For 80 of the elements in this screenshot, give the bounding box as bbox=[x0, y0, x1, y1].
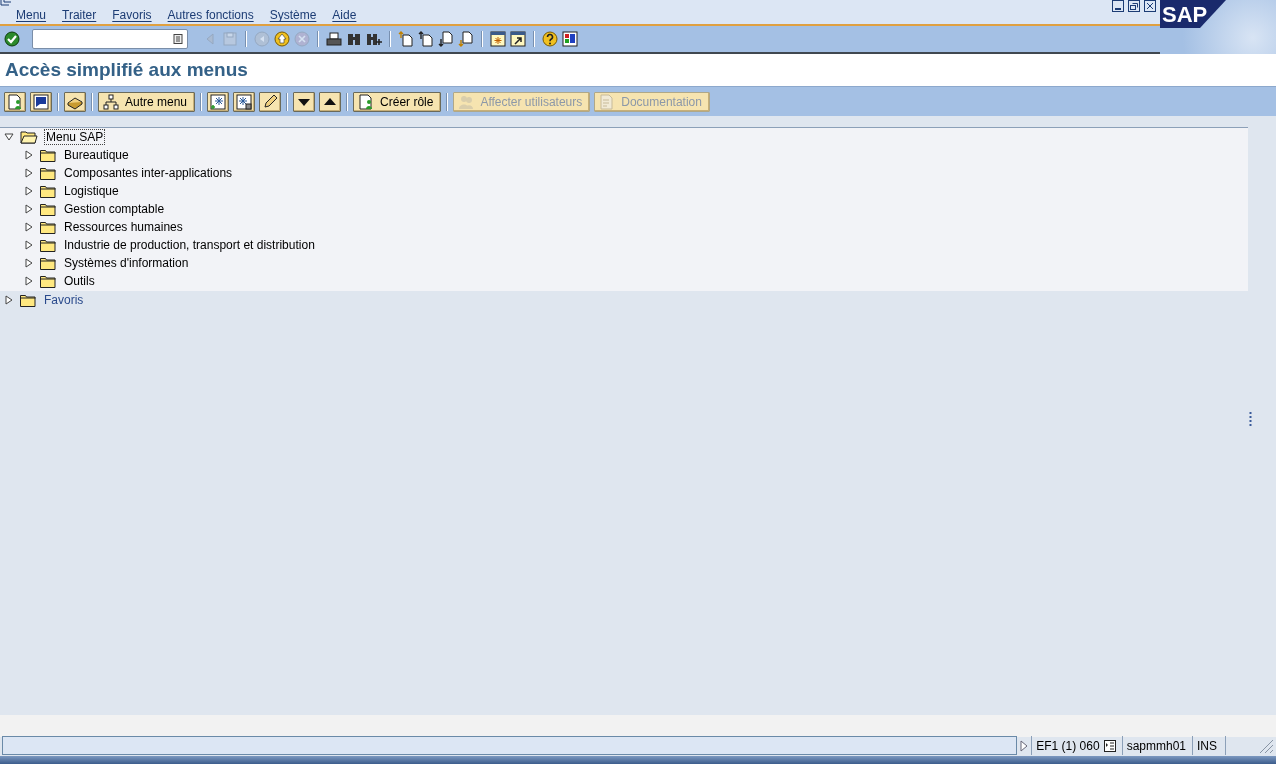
menu-item[interactable]: Aide bbox=[324, 8, 365, 22]
user-document-button[interactable] bbox=[4, 91, 26, 112]
tree-node[interactable]: Favoris bbox=[42, 292, 86, 308]
minimize-icon[interactable] bbox=[1112, 0, 1124, 12]
star-edit-icon bbox=[236, 93, 253, 110]
shortcut-icon[interactable] bbox=[510, 31, 526, 47]
folder-icon bbox=[40, 184, 56, 198]
expand-icon[interactable] bbox=[24, 222, 34, 232]
triangle-down-button[interactable] bbox=[293, 91, 316, 112]
enter-icon[interactable] bbox=[4, 31, 20, 47]
expand-icon[interactable] bbox=[4, 295, 14, 305]
collapse-icon[interactable] bbox=[4, 132, 14, 142]
pencil-button[interactable] bbox=[259, 91, 282, 112]
menu-item[interactable]: Favoris bbox=[104, 8, 160, 22]
expand-icon[interactable] bbox=[24, 276, 34, 286]
toolbar-button[interactable]: Créer rôle bbox=[353, 91, 442, 112]
system-menu-icon[interactable] bbox=[0, 0, 12, 6]
tree-node[interactable]: Logistique bbox=[62, 183, 121, 199]
triangle-up-button[interactable] bbox=[319, 91, 342, 112]
users-icon bbox=[458, 93, 475, 110]
toolbar-button[interactable]: Autre menu bbox=[98, 91, 196, 112]
command-field[interactable] bbox=[32, 29, 188, 49]
new-window-icon[interactable] bbox=[490, 31, 506, 47]
folder-icon bbox=[40, 166, 56, 180]
splitter-handle[interactable] bbox=[1249, 411, 1252, 429]
menu-item[interactable]: Autres fonctions bbox=[159, 8, 262, 22]
folder-icon bbox=[40, 220, 56, 234]
last-page-icon[interactable] bbox=[458, 31, 474, 47]
folder-icon bbox=[40, 148, 56, 162]
sap-logo: SAP bbox=[1160, 0, 1226, 28]
expand-icon[interactable] bbox=[24, 204, 34, 214]
document-icon bbox=[599, 93, 616, 110]
close-icon[interactable] bbox=[1144, 0, 1156, 12]
tree-node[interactable]: Menu SAP bbox=[44, 129, 106, 145]
restore-icon[interactable] bbox=[1128, 0, 1140, 12]
user-document-icon bbox=[7, 93, 23, 110]
binoculars-icon[interactable] bbox=[346, 31, 362, 47]
binoculars-plus-icon[interactable] bbox=[366, 31, 382, 47]
expand-icon[interactable] bbox=[24, 186, 34, 196]
pencil-icon bbox=[262, 93, 279, 110]
folder-icon bbox=[20, 130, 38, 144]
star-add-button[interactable] bbox=[207, 91, 230, 112]
list-icon[interactable] bbox=[1103, 739, 1116, 752]
layout-icon[interactable] bbox=[562, 31, 578, 47]
expand-icon[interactable] bbox=[24, 168, 34, 178]
expand-icon[interactable] bbox=[24, 258, 34, 268]
flag-document-button[interactable] bbox=[30, 91, 52, 112]
menu-item[interactable]: Traiter bbox=[54, 8, 105, 22]
tree-node[interactable]: Gestion comptable bbox=[62, 201, 167, 217]
list-icon[interactable] bbox=[173, 34, 183, 44]
insert-mode: INS bbox=[1197, 738, 1217, 753]
system-info: EF1 (1) 060 bbox=[1036, 738, 1100, 753]
star-add-icon bbox=[210, 93, 227, 110]
first-page-icon[interactable] bbox=[398, 31, 414, 47]
expand-icon[interactable] bbox=[24, 150, 34, 160]
folder-icon bbox=[40, 238, 56, 252]
folder-icon bbox=[40, 202, 56, 216]
page-title: Accès simplifié aux menus bbox=[4, 58, 249, 81]
previous-page-icon[interactable] bbox=[418, 31, 434, 47]
tree-node[interactable]: Industrie de production, transport et distribution bbox=[62, 237, 317, 253]
menu-item[interactable]: Menu bbox=[8, 8, 55, 22]
exit-arrow-icon[interactable] bbox=[274, 31, 290, 47]
next-page-icon[interactable] bbox=[438, 31, 454, 47]
print-icon[interactable] bbox=[326, 31, 342, 47]
tree-node[interactable]: Composantes inter-applications bbox=[62, 165, 235, 181]
menu-item[interactable]: Système bbox=[261, 8, 325, 22]
user-document-icon bbox=[358, 93, 375, 110]
star-edit-button[interactable] bbox=[233, 91, 256, 112]
tree-node[interactable]: Ressources humaines bbox=[62, 219, 185, 235]
program-name: sapmmh01 bbox=[1126, 738, 1186, 753]
tree-node[interactable]: Bureautique bbox=[62, 147, 131, 163]
help-icon[interactable] bbox=[542, 31, 558, 47]
tree-node[interactable]: Systèmes d'information bbox=[62, 255, 191, 271]
tree-node[interactable]: Outils bbox=[62, 273, 97, 289]
folder-icon bbox=[20, 293, 36, 307]
hierarchy-icon bbox=[103, 93, 119, 110]
folder-icon bbox=[40, 256, 56, 270]
expand-icon[interactable] bbox=[24, 240, 34, 250]
folder-icon bbox=[40, 274, 56, 288]
flag-document-icon bbox=[33, 93, 49, 110]
